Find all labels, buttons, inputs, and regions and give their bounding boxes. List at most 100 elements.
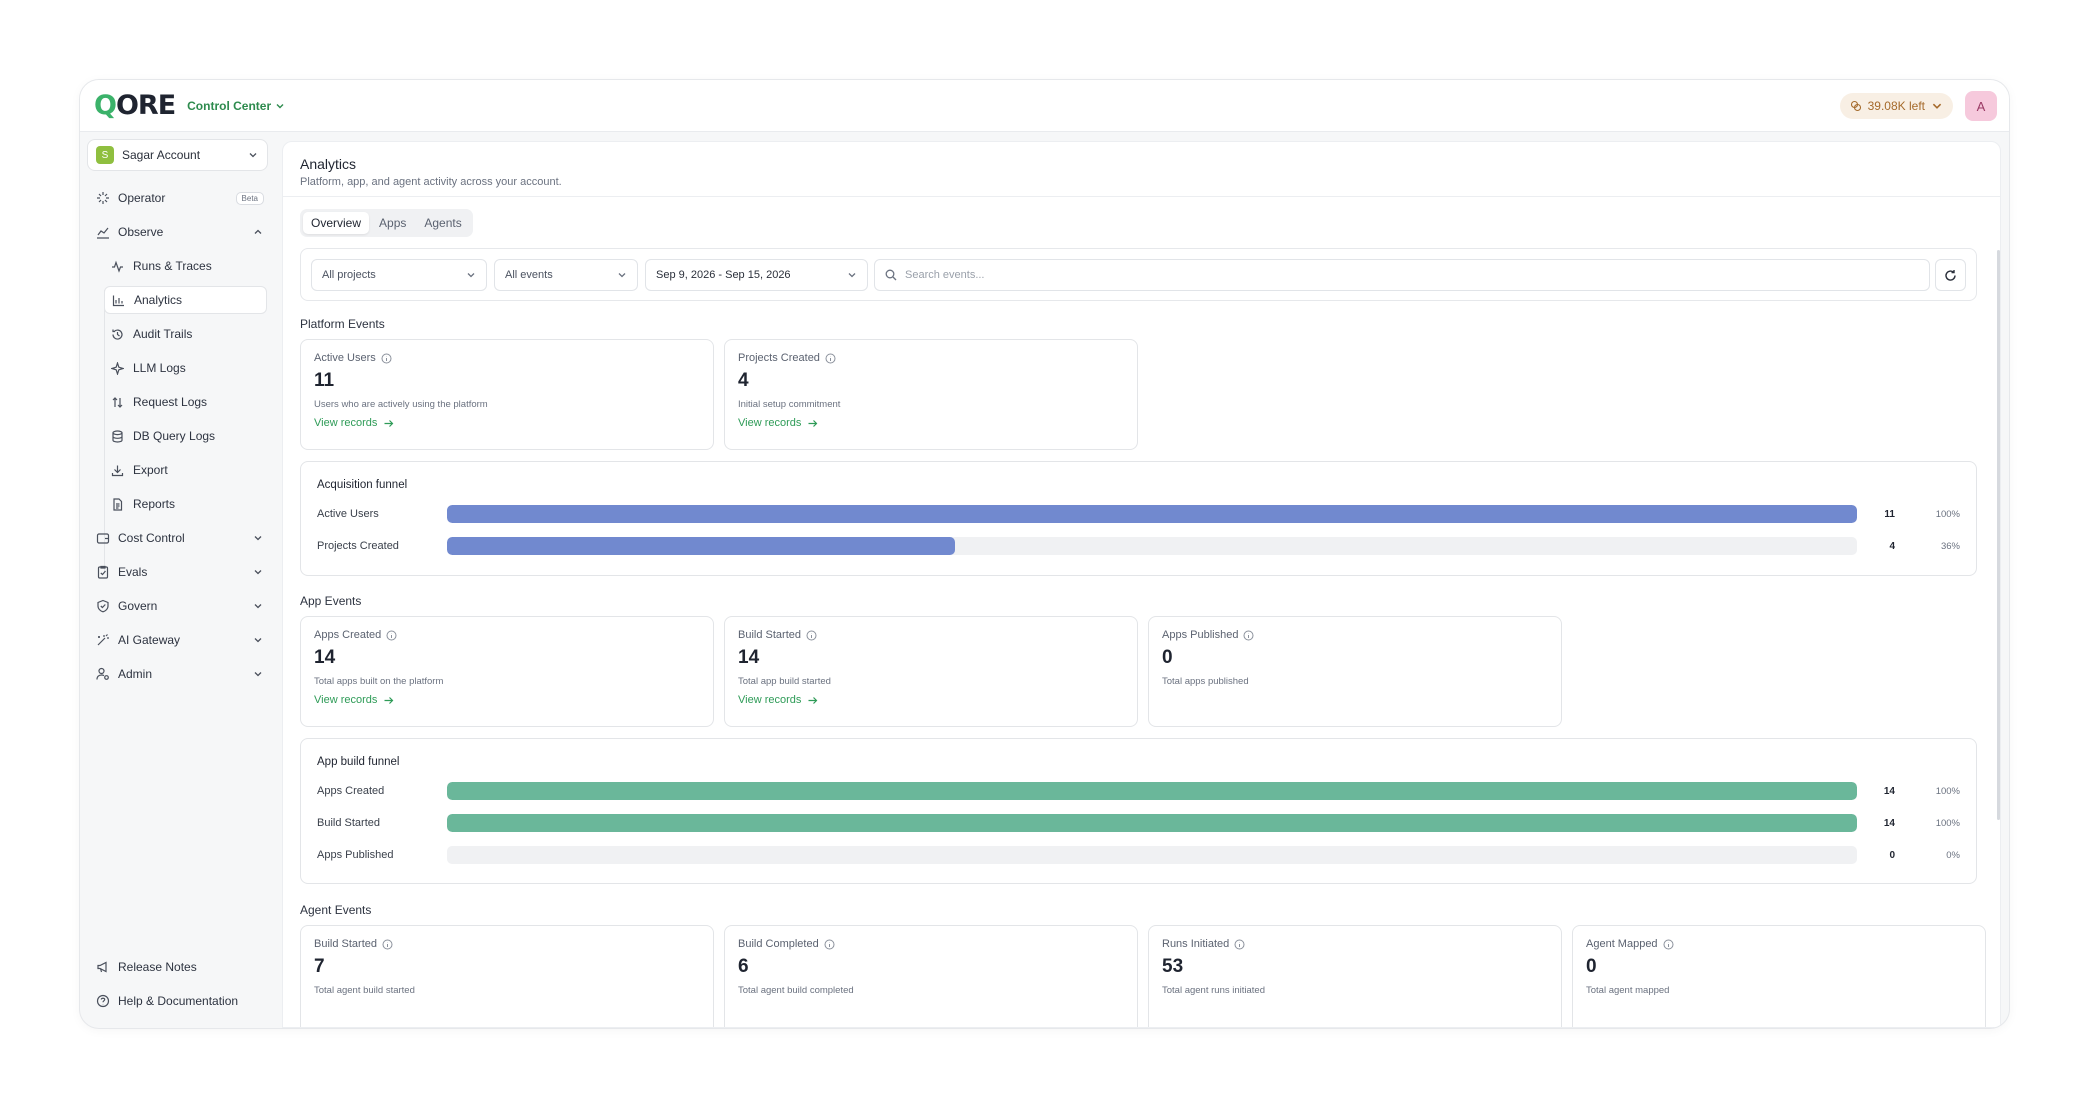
chevron-up-icon: [254, 229, 262, 234]
metric-card-build-started: Build Started 14 Total app build started…: [724, 616, 1138, 727]
sidebar-item-label: Reports: [133, 497, 176, 511]
metric-card-agent-build-completed: Build Completed 6 Total agent build comp…: [724, 925, 1138, 1027]
info-icon[interactable]: [825, 353, 836, 364]
tab-apps[interactable]: Apps: [371, 212, 414, 234]
metric-label: Apps Published: [1162, 629, 1548, 641]
funnel-row-count: 4: [1889, 540, 1895, 552]
user-cog-icon: [96, 667, 109, 680]
main-panel: Analytics Platform, app, and agent activ…: [282, 141, 2001, 1028]
section-title-app: App Events: [300, 594, 362, 608]
funnel-bar: [447, 505, 1857, 523]
sparkle-icon: [111, 361, 124, 375]
funnel-row-count: 14: [1883, 817, 1895, 829]
tab-overview[interactable]: Overview: [303, 212, 370, 234]
date-range-select[interactable]: Sep 9, 2026 - Sep 15, 2026: [645, 259, 868, 291]
sidebar-item-db-query-logs[interactable]: DB Query Logs: [104, 422, 267, 450]
account-switcher[interactable]: S Sagar Account: [87, 139, 268, 171]
tab-bar: Overview Apps Agents: [300, 209, 473, 237]
credits-badge[interactable]: 39.08K left: [1839, 93, 1953, 119]
funnel-bar-track: [447, 846, 1857, 864]
funnel-row-label: Apps Published: [317, 849, 394, 861]
sidebar-item-operator[interactable]: Operator Beta: [90, 184, 270, 212]
account-badge: S: [96, 146, 114, 164]
scrollbar[interactable]: [1997, 250, 2000, 820]
beta-badge: Beta: [235, 191, 264, 205]
section-switcher[interactable]: Control Center: [187, 99, 285, 113]
funnel-bar: [447, 782, 1857, 800]
info-icon[interactable]: [381, 353, 392, 364]
info-icon[interactable]: [1234, 939, 1245, 950]
search-input[interactable]: Search events...: [874, 259, 1930, 291]
section-switcher-label: Control Center: [187, 98, 272, 113]
sidebar-item-evals[interactable]: Evals: [90, 558, 270, 586]
user-avatar[interactable]: A: [1965, 91, 1997, 121]
metric-label: Projects Created: [738, 352, 1124, 364]
account-name: Sagar Account: [122, 148, 201, 162]
metric-value: 14: [314, 647, 336, 668]
sidebar-item-label: Help & Documentation: [118, 994, 239, 1008]
info-icon[interactable]: [382, 939, 393, 950]
sidebar-item-govern[interactable]: Govern: [90, 592, 270, 620]
metric-label: Runs Initiated: [1162, 938, 1548, 950]
sidebar-item-cost-control[interactable]: Cost Control: [90, 524, 270, 552]
metric-description: Total apps published: [1162, 676, 1249, 687]
view-records-link[interactable]: View records: [314, 417, 700, 429]
chevron-down-icon: [618, 273, 626, 278]
arrow-right-icon: [384, 696, 394, 704]
metric-value: 0: [1162, 647, 1173, 668]
info-icon[interactable]: [1663, 939, 1674, 950]
sidebar-item-export[interactable]: Export: [104, 456, 267, 484]
sidebar-item-label: Audit Trails: [133, 327, 193, 341]
shield-check-icon: [97, 599, 109, 613]
top-bar: QORE Control Center 39.08K left A: [80, 80, 2009, 132]
funnel-bar-track: [447, 814, 1857, 832]
section-title-platform: Platform Events: [300, 317, 385, 331]
sidebar-item-audit-trails[interactable]: Audit Trails: [104, 320, 267, 348]
chevron-down-icon: [254, 570, 262, 575]
acquisition-funnel: Acquisition funnel Active Users 11 100% …: [300, 461, 1977, 576]
sidebar-item-runs-traces[interactable]: Runs & Traces: [104, 252, 267, 280]
event-select[interactable]: All events: [494, 259, 638, 291]
sidebar-item-analytics[interactable]: Analytics: [104, 286, 267, 314]
info-icon[interactable]: [824, 939, 835, 950]
history-icon: [112, 328, 123, 340]
project-select[interactable]: All projects: [311, 259, 487, 291]
sidebar-item-label: Request Logs: [133, 395, 208, 409]
funnel-row-label: Active Users: [317, 508, 379, 520]
sidebar-item-observe[interactable]: Observe: [90, 218, 270, 246]
funnel-bar-track: [447, 782, 1857, 800]
filter-bar: All projects All events Sep 9, 2026 - Se…: [300, 248, 1977, 301]
app-window: QORE Control Center 39.08K left A S Saga…: [79, 79, 2010, 1029]
metric-card-runs-initiated: Runs Initiated 53 Total agent runs initi…: [1148, 925, 1562, 1027]
sidebar-item-llm-logs[interactable]: LLM Logs: [104, 354, 267, 382]
sidebar-item-label: Runs & Traces: [133, 259, 212, 273]
metric-value: 14: [738, 647, 760, 668]
view-records-link[interactable]: View records: [738, 417, 1124, 429]
download-icon: [111, 465, 124, 476]
sidebar-item-help[interactable]: Help & Documentation: [90, 987, 270, 1015]
metric-description: Initial setup commitment: [738, 399, 841, 410]
info-icon[interactable]: [1243, 630, 1254, 641]
event-select-value: All events: [505, 269, 553, 281]
sidebar-item-admin[interactable]: Admin: [90, 660, 270, 688]
funnel-row: Apps Created 14 100%: [317, 781, 1960, 801]
arrow-right-icon: [808, 419, 818, 427]
page-header: Analytics Platform, app, and agent activ…: [283, 142, 2000, 197]
metric-label: Agent Mapped: [1586, 938, 1972, 950]
sidebar-item-release-notes[interactable]: Release Notes: [90, 953, 270, 981]
info-icon[interactable]: [806, 630, 817, 641]
qore-logo[interactable]: QORE: [94, 90, 176, 121]
sidebar-item-ai-gateway[interactable]: AI Gateway: [90, 626, 270, 654]
chart-line-icon: [97, 227, 109, 239]
metric-card-apps-created: Apps Created 14 Total apps built on the …: [300, 616, 714, 727]
metric-label: Build Started: [738, 629, 1124, 641]
view-records-link[interactable]: View records: [738, 694, 1124, 706]
date-range-value: Sep 9, 2026 - Sep 15, 2026: [656, 269, 791, 281]
tab-agents[interactable]: Agents: [416, 212, 469, 234]
sparkle-icon: [97, 192, 109, 204]
sidebar-item-request-logs[interactable]: Request Logs: [104, 388, 267, 416]
refresh-button[interactable]: [1935, 259, 1966, 291]
sidebar-item-reports[interactable]: Reports: [104, 490, 267, 518]
view-records-link[interactable]: View records: [314, 694, 700, 706]
info-icon[interactable]: [386, 630, 397, 641]
